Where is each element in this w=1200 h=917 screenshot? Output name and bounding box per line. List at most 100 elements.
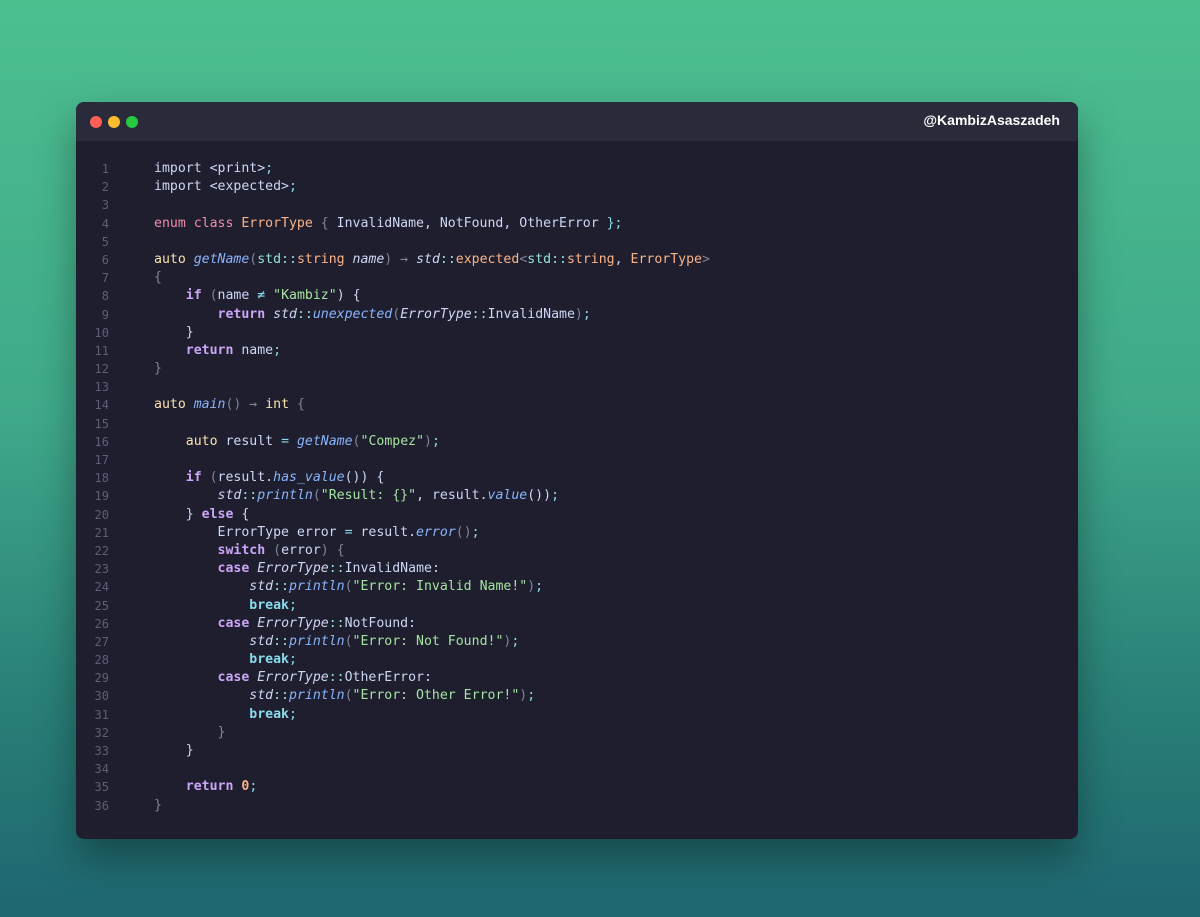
code-token: value [487, 488, 528, 504]
code-token: name [352, 251, 385, 267]
line-number: 32 [94, 725, 109, 740]
code-token: main [193, 397, 226, 413]
code-token: ()) { [344, 470, 385, 486]
line-number: 30 [94, 689, 109, 704]
code-token: InvalidName: [344, 561, 440, 577]
code-token: InvalidName [487, 306, 575, 322]
line-number: 5 [101, 234, 109, 249]
code-token: "Result: {}" [320, 488, 417, 504]
code-line: 10 } [76, 324, 1078, 342]
code-token: ( [344, 688, 353, 704]
code-token: } [154, 797, 162, 813]
code-token: InvalidName, NotFound, OtherError [336, 215, 599, 231]
line-number: 17 [94, 453, 109, 467]
code-token: ; [511, 633, 520, 649]
code-line: 14 auto main() → int { [76, 396, 1078, 414]
code-text: import <print>; [154, 160, 273, 178]
code-token: "Error: Other Error!" [352, 688, 520, 704]
line-number: 25 [94, 598, 109, 613]
code-token: ( [352, 433, 361, 449]
code-token: = [344, 524, 353, 540]
code-line: 9 return std::unexpected(ErrorType::Inva… [76, 306, 1078, 324]
code-token: ) { [320, 542, 345, 558]
code-text: if (name ≠ "Kambiz") { [154, 287, 361, 305]
code-token: ()) [527, 488, 552, 504]
code-token: > [701, 251, 710, 267]
line-number: 4 [101, 216, 109, 231]
code-token: ( [265, 542, 282, 558]
line-number: 7 [101, 271, 109, 286]
code-token: = [281, 433, 290, 449]
code-line: 16 auto result = getName("Compez"); [76, 433, 1078, 451]
code-text: { [154, 269, 162, 287]
code-token: name [217, 288, 258, 304]
code-line: 26 case ErrorType::NotFound: [76, 615, 1078, 633]
line-number: 8 [101, 289, 109, 304]
code-line: 23 case ErrorType::InvalidName: [76, 560, 1078, 578]
code-token: ( [201, 470, 218, 486]
maximize-window-button[interactable] [126, 116, 138, 128]
code-token: if [185, 470, 202, 486]
code-token: ( [201, 288, 218, 304]
line-number: 24 [94, 580, 109, 595]
code-token: NotFound: [344, 615, 417, 631]
code-line: 21 ErrorType error = result.error(); [76, 524, 1078, 542]
minimize-window-button[interactable] [108, 116, 120, 128]
code-token: case [217, 561, 250, 577]
code-text: import <expected>; [154, 178, 297, 196]
code-line: 2 import <expected>; [76, 178, 1078, 196]
code-token: "Kambiz" [273, 288, 337, 304]
code-token: ; [288, 179, 297, 195]
code-token: getName [296, 433, 353, 449]
line-number: 11 [94, 343, 109, 358]
code-line: 6 auto getName(std::string name) → std::e… [76, 251, 1078, 269]
code-line: 18 if (result.has_value()) { [76, 469, 1078, 487]
code-token: () [455, 524, 472, 540]
code-token: else [201, 506, 234, 522]
line-number: 6 [101, 252, 109, 267]
code-line: 15 [76, 415, 1078, 433]
code-token: break [249, 652, 289, 668]
close-window-button[interactable] [90, 116, 102, 128]
code-token: ErrorType [241, 215, 313, 231]
line-number: 26 [94, 616, 109, 631]
line-number: 35 [94, 780, 109, 795]
line-number: 12 [94, 362, 109, 377]
code-token: has_value [273, 470, 345, 486]
code-token: std [249, 633, 274, 649]
code-window: @KambizAsaszadeh 1 import <print>; 2 import… [76, 102, 1078, 839]
code-token: ; [288, 652, 297, 668]
code-token: ; [535, 579, 544, 595]
line-number: 1 [101, 162, 109, 176]
author-handle: @KambizAsaszadeh [923, 112, 1060, 128]
code-text: auto main() → int { [154, 396, 305, 414]
code-token: ; [265, 161, 274, 176]
code-token: result. [352, 524, 417, 540]
line-number: 18 [94, 471, 109, 486]
code-line: 20 } else { [76, 506, 1078, 524]
code-line: 32 } [76, 724, 1078, 742]
code-token: :: [471, 306, 488, 322]
code-token: ErrorType [257, 615, 329, 631]
code-text: enum class ErrorType { InvalidName, NotF… [154, 215, 622, 233]
code-text: switch (error) { [154, 542, 345, 560]
code-token: :: [296, 306, 313, 322]
code-token: return [185, 779, 234, 795]
code-text: } [154, 360, 162, 378]
code-token: return [217, 306, 266, 322]
line-number: 34 [94, 762, 109, 777]
code-token: { [233, 506, 250, 522]
code-token: ≠ [257, 288, 266, 304]
code-token: std [273, 306, 297, 322]
code-token: :: [328, 561, 345, 577]
